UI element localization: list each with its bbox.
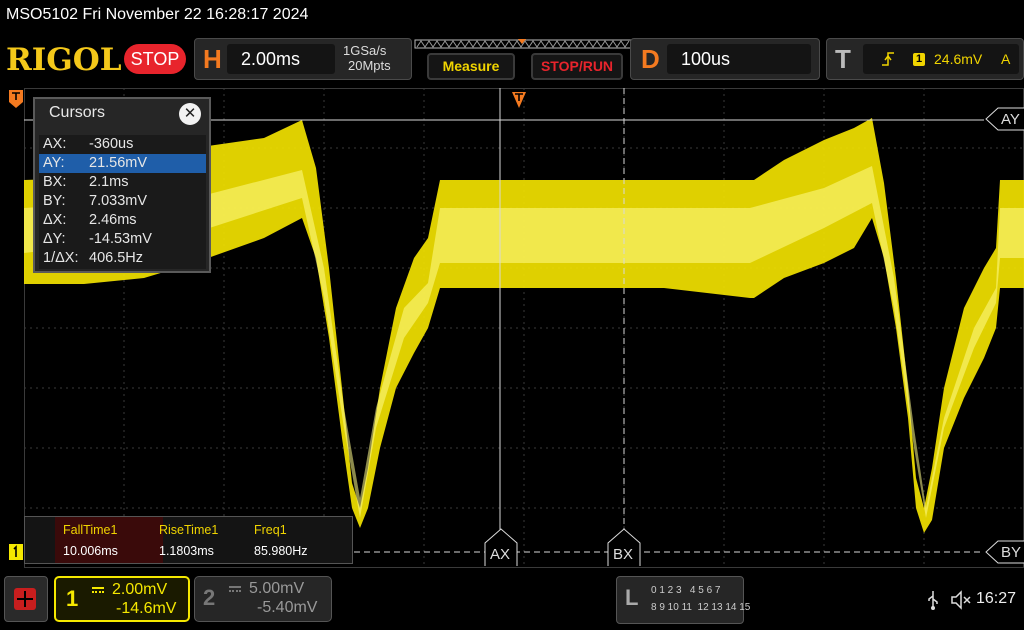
cursor-row-ay[interactable]: AY: 21.56mV: [39, 154, 206, 173]
horizontal-key: H: [203, 44, 222, 74]
logic-channels-panel[interactable]: L 0 1 2 3 4 5 6 7 8 9 10 11 12 13 14 15: [616, 576, 750, 624]
delay-panel[interactable]: D 100us: [630, 38, 820, 80]
cursor-bx-label: BX: [613, 546, 634, 563]
measurement-freq[interactable]: Freq1 85.980Hz: [246, 517, 346, 563]
close-icon[interactable]: ✕: [179, 103, 201, 125]
cursor-bx-tag[interactable]: BX: [607, 528, 641, 566]
run-state-badge[interactable]: STOP: [124, 44, 186, 74]
cursor-ax-label: AX: [490, 546, 511, 563]
cursor-ay-tag[interactable]: AY: [984, 107, 1024, 131]
measurement-bar[interactable]: FallTime1 10.006ms RiseTime1 1.1803ms Fr…: [24, 516, 353, 564]
rigol-logo: RIGOL: [6, 42, 122, 78]
clock-time: 16:27: [976, 590, 1017, 607]
measurement-label: FallTime1: [63, 523, 118, 537]
trigger-panel[interactable]: T 1 24.6mV A: [826, 38, 1024, 80]
title-bar: MSO5102 Fri November 22 16:28:17 2024: [6, 6, 309, 23]
logic-row-1: 0 1 2 3 4 5 6 7: [651, 585, 721, 596]
usb-icon: [928, 591, 938, 610]
measurement-value: 10.006ms: [63, 544, 118, 558]
measurement-value: 85.980Hz: [254, 544, 308, 558]
cursor-readouts: AX: -360us AY: 21.56mV BX: 2.1ms BY: 7.033mV…: [39, 135, 206, 269]
channel1-panel[interactable]: 1 2.00mV -14.6mV: [54, 576, 190, 622]
measurement-label: RiseTime1: [159, 523, 219, 537]
delay-value: 100us: [681, 49, 731, 69]
trigger-mode: A: [1001, 51, 1011, 67]
channel1-ground-marker[interactable]: [8, 542, 24, 564]
app-grid-icon: [17, 591, 33, 607]
logic-row-2: 8 9 10 11 12 13 14 15: [651, 602, 751, 613]
speaker-muted-icon[interactable]: [950, 590, 972, 610]
trigger-level: 24.6mV: [934, 51, 983, 67]
measurement-falltime[interactable]: FallTime1 10.006ms: [55, 517, 163, 563]
measurement-label: Freq1: [254, 523, 287, 537]
trigger-time-marker-icon: [512, 92, 526, 108]
channel2-number: 2: [203, 585, 216, 610]
cursor-by-tag[interactable]: BY: [984, 540, 1024, 564]
cursor-by-label: BY: [1001, 544, 1022, 561]
cursor-row-inv-dx: 1/ΔX: 406.5Hz: [43, 250, 144, 266]
horizontal-panel[interactable]: H 2.00ms 1GSa/s 20Mpts: [194, 38, 412, 80]
delay-key: D: [641, 44, 660, 74]
timebase-value: 2.00ms: [241, 49, 301, 69]
cursor-row-bx: BX: 2.1ms: [43, 174, 129, 190]
dc-coupling-icon: [229, 586, 241, 592]
cursor-row-ax: AX: -360us: [43, 136, 134, 152]
channel2-scale: 5.00mV: [249, 580, 305, 597]
channel2-offset: -5.40mV: [257, 599, 318, 616]
cursor-row-by: BY: 7.033mV: [43, 193, 148, 209]
app-menu-button[interactable]: [4, 576, 48, 622]
cursor-row-dx: ΔX: 2.46ms: [43, 212, 137, 228]
trigger-source-badge: 1: [913, 53, 925, 66]
cursors-panel[interactable]: Cursors ✕ AX: -360us AY: 21.56mV BX: 2.1ms …: [33, 97, 211, 273]
memory-position-bar: [414, 39, 634, 49]
channel1-scale: 2.00mV: [112, 581, 168, 598]
sample-rate: 1GSa/s: [343, 43, 387, 58]
dc-coupling-icon: [92, 587, 104, 593]
measurement-value: 1.1803ms: [159, 544, 214, 558]
channel1-offset: -14.6mV: [116, 600, 177, 617]
memory-depth: 20Mpts: [348, 58, 391, 73]
logic-key: L: [625, 585, 639, 610]
measure-button[interactable]: Measure: [427, 53, 515, 80]
channel1-number: 1: [66, 586, 79, 611]
cursor-ax-tag[interactable]: AX: [484, 528, 518, 566]
cursor-ay-label: AY: [1001, 111, 1020, 128]
trigger-position-left-icon: [9, 90, 23, 108]
cursor-row-dy: ΔY: -14.53mV: [43, 231, 152, 247]
channel2-panel[interactable]: 2 5.00mV -5.40mV: [194, 576, 332, 622]
rising-edge-icon: [882, 52, 894, 66]
stop-run-button[interactable]: STOP/RUN: [531, 53, 623, 80]
measurement-risetime[interactable]: RiseTime1 1.1803ms: [151, 517, 247, 563]
trigger-key: T: [835, 44, 851, 74]
